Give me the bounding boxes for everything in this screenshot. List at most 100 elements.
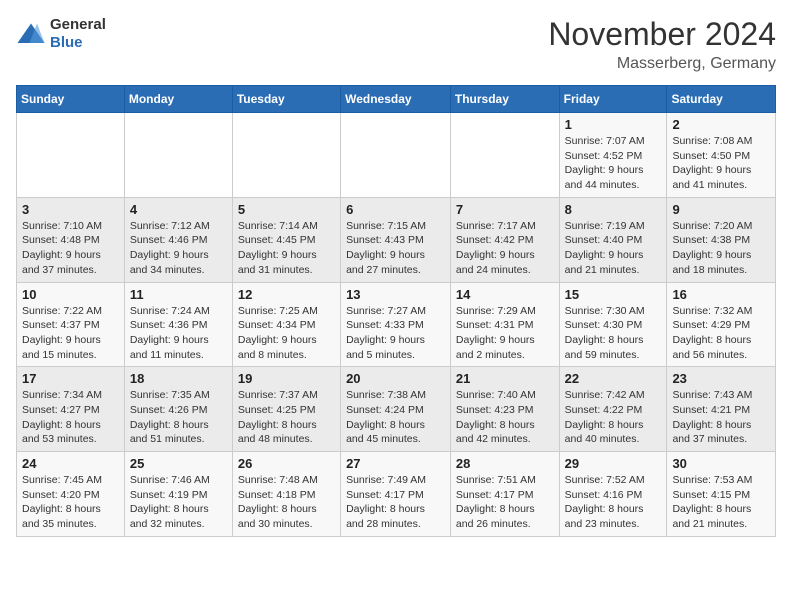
day-info: Sunrise: 7:29 AMSunset: 4:31 PMDaylight:… (456, 304, 554, 363)
day-number: 10 (22, 287, 119, 302)
table-row: 4Sunrise: 7:12 AMSunset: 4:46 PMDaylight… (124, 197, 232, 282)
header-sunday: Sunday (17, 86, 125, 113)
header-monday: Monday (124, 86, 232, 113)
day-info: Sunrise: 7:10 AMSunset: 4:48 PMDaylight:… (22, 219, 119, 278)
header-saturday: Saturday (667, 86, 776, 113)
month-title: November 2024 (548, 16, 776, 53)
header-friday: Friday (559, 86, 667, 113)
table-row: 22Sunrise: 7:42 AMSunset: 4:22 PMDayligh… (559, 367, 667, 452)
table-row: 2 Sunrise: 7:08 AMSunset: 4:50 PMDaylight… (667, 113, 776, 198)
table-row: 1 Sunrise: 7:07 AMSunset: 4:52 PMDaylight… (559, 113, 667, 198)
table-row: 13 Sunrise: 7:27 AMSunset: 4:33 PMDayligh… (341, 282, 451, 367)
day-info: Sunrise: 7:40 AMSunset: 4:23 PMDaylight:… (456, 388, 554, 447)
table-row (232, 113, 340, 198)
day-info: Sunrise: 7:49 AMSunset: 4:17 PMDaylight:… (346, 473, 445, 532)
day-number: 17 (22, 371, 119, 386)
day-info: Sunrise: 7:22 AMSunset: 4:37 PMDaylight:… (22, 304, 119, 363)
table-row: 5 Sunrise: 7:14 AMSunset: 4:45 PMDaylight… (232, 197, 340, 282)
day-number: 22 (565, 371, 662, 386)
day-number: 24 (22, 456, 119, 471)
table-row: 23 Sunrise: 7:43 AMSunset: 4:21 PMDayligh… (667, 367, 776, 452)
day-number: 21 (456, 371, 554, 386)
day-number: 26 (238, 456, 335, 471)
location: Masserberg, Germany (548, 55, 776, 73)
table-row: 12 Sunrise: 7:25 AMSunset: 4:34 PMDayligh… (232, 282, 340, 367)
day-info: Sunrise: 7:14 AMSunset: 4:45 PMDaylight:… (238, 219, 335, 278)
calendar-header-row: Sunday Monday Tuesday Wednesday Thursday… (17, 86, 776, 113)
day-number: 5 (238, 202, 335, 217)
table-row: 30 Sunrise: 7:53 AMSunset: 4:15 PMDayligh… (667, 452, 776, 537)
logo-general: General (50, 16, 106, 33)
table-row: 20 Sunrise: 7:38 AMSunset: 4:24 PMDayligh… (341, 367, 451, 452)
day-info: Sunrise: 7:07 AMSunset: 4:52 PMDaylight:… (565, 134, 662, 193)
day-info: Sunrise: 7:34 AMSunset: 4:27 PMDaylight:… (22, 388, 119, 447)
header-tuesday: Tuesday (232, 86, 340, 113)
day-number: 1 (565, 117, 662, 132)
day-number: 8 (565, 202, 662, 217)
day-number: 20 (346, 371, 445, 386)
day-info: Sunrise: 7:51 AMSunset: 4:17 PMDaylight:… (456, 473, 554, 532)
day-info: Sunrise: 7:32 AMSunset: 4:29 PMDaylight:… (672, 304, 770, 363)
table-row (124, 113, 232, 198)
day-info: Sunrise: 7:15 AMSunset: 4:43 PMDaylight:… (346, 219, 445, 278)
day-number: 19 (238, 371, 335, 386)
calendar-week-row: 17 Sunrise: 7:34 AMSunset: 4:27 PMDayligh… (17, 367, 776, 452)
day-info: Sunrise: 7:25 AMSunset: 4:34 PMDaylight:… (238, 304, 335, 363)
table-row (341, 113, 451, 198)
day-info: Sunrise: 7:24 AMSunset: 4:36 PMDaylight:… (130, 304, 227, 363)
table-row: 3 Sunrise: 7:10 AMSunset: 4:48 PMDaylight… (17, 197, 125, 282)
day-info: Sunrise: 7:27 AMSunset: 4:33 PMDaylight:… (346, 304, 445, 363)
day-info: Sunrise: 7:19 AMSunset: 4:40 PMDaylight:… (565, 219, 662, 278)
day-info: Sunrise: 7:46 AMSunset: 4:19 PMDaylight:… (130, 473, 227, 532)
table-row (450, 113, 559, 198)
table-row: 18 Sunrise: 7:35 AMSunset: 4:26 PMDayligh… (124, 367, 232, 452)
table-row: 8 Sunrise: 7:19 AMSunset: 4:40 PMDaylight… (559, 197, 667, 282)
day-number: 13 (346, 287, 445, 302)
day-info: Sunrise: 7:38 AMSunset: 4:24 PMDaylight:… (346, 388, 445, 447)
day-info: Sunrise: 7:45 AMSunset: 4:20 PMDaylight:… (22, 473, 119, 532)
table-row: 25 Sunrise: 7:46 AMSunset: 4:19 PMDayligh… (124, 452, 232, 537)
day-number: 18 (130, 371, 227, 386)
calendar-week-row: 24 Sunrise: 7:45 AMSunset: 4:20 PMDayligh… (17, 452, 776, 537)
table-row: 14Sunrise: 7:29 AMSunset: 4:31 PMDayligh… (450, 282, 559, 367)
day-number: 2 (672, 117, 770, 132)
day-info: Sunrise: 7:52 AMSunset: 4:16 PMDaylight:… (565, 473, 662, 532)
logo: General Blue (16, 16, 106, 52)
table-row: 29Sunrise: 7:52 AMSunset: 4:16 PMDayligh… (559, 452, 667, 537)
table-row: 7Sunrise: 7:17 AMSunset: 4:42 PMDaylight… (450, 197, 559, 282)
day-number: 12 (238, 287, 335, 302)
table-row: 11 Sunrise: 7:24 AMSunset: 4:36 PMDayligh… (124, 282, 232, 367)
day-info: Sunrise: 7:20 AMSunset: 4:38 PMDaylight:… (672, 219, 770, 278)
day-number: 27 (346, 456, 445, 471)
day-number: 16 (672, 287, 770, 302)
day-number: 9 (672, 202, 770, 217)
day-number: 30 (672, 456, 770, 471)
table-row: 17 Sunrise: 7:34 AMSunset: 4:27 PMDayligh… (17, 367, 125, 452)
title-section: November 2024 Masserberg, Germany (548, 16, 776, 73)
calendar-table: Sunday Monday Tuesday Wednesday Thursday… (16, 85, 776, 537)
day-info: Sunrise: 7:48 AMSunset: 4:18 PMDaylight:… (238, 473, 335, 532)
day-number: 11 (130, 287, 227, 302)
logo-icon (16, 22, 46, 46)
day-number: 4 (130, 202, 227, 217)
logo-blue: Blue (50, 34, 83, 51)
table-row: 10 Sunrise: 7:22 AMSunset: 4:37 PMDayligh… (17, 282, 125, 367)
day-info: Sunrise: 7:35 AMSunset: 4:26 PMDaylight:… (130, 388, 227, 447)
calendar-week-row: 3 Sunrise: 7:10 AMSunset: 4:48 PMDaylight… (17, 197, 776, 282)
day-number: 23 (672, 371, 770, 386)
day-info: Sunrise: 7:43 AMSunset: 4:21 PMDaylight:… (672, 388, 770, 447)
table-row: 19Sunrise: 7:37 AMSunset: 4:25 PMDayligh… (232, 367, 340, 452)
table-row: 15Sunrise: 7:30 AMSunset: 4:30 PMDayligh… (559, 282, 667, 367)
table-row: 9 Sunrise: 7:20 AMSunset: 4:38 PMDaylight… (667, 197, 776, 282)
table-row: 28 Sunrise: 7:51 AMSunset: 4:17 PMDayligh… (450, 452, 559, 537)
day-info: Sunrise: 7:08 AMSunset: 4:50 PMDaylight:… (672, 134, 770, 193)
table-row: 24 Sunrise: 7:45 AMSunset: 4:20 PMDayligh… (17, 452, 125, 537)
day-info: Sunrise: 7:53 AMSunset: 4:15 PMDaylight:… (672, 473, 770, 532)
day-number: 28 (456, 456, 554, 471)
day-number: 25 (130, 456, 227, 471)
day-number: 15 (565, 287, 662, 302)
table-row: 27 Sunrise: 7:49 AMSunset: 4:17 PMDayligh… (341, 452, 451, 537)
header-wednesday: Wednesday (341, 86, 451, 113)
day-number: 3 (22, 202, 119, 217)
page-header: General Blue November 2024 Masserberg, G… (16, 16, 776, 73)
